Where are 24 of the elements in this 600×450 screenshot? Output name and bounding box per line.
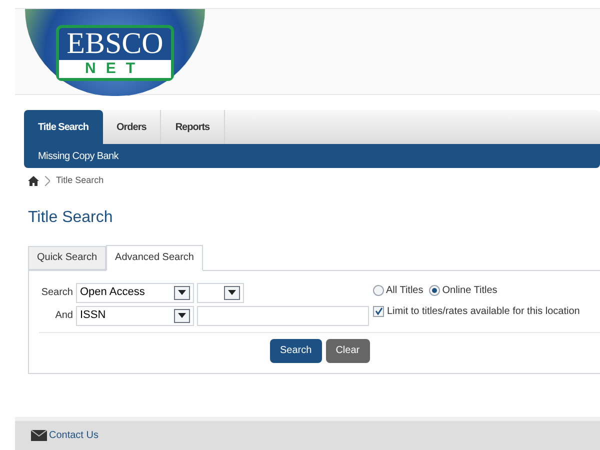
row-label: And [54,309,73,323]
operator-select[interactable] [197,282,244,302]
limit-checkbox[interactable]: Limit to titles/rates available for this location [373,304,580,318]
search-tab[interactable]: Quick Search [28,246,106,270]
row-label: Search [40,286,73,300]
field-select[interactable]: Open Access [76,282,194,302]
search-button[interactable]: Search [270,338,322,362]
page-title: Title Search [28,208,114,228]
clear-button[interactable]: Clear [326,338,370,362]
envelope-icon [31,430,47,441]
search-tab[interactable]: Advanced Search [106,244,203,270]
chevron-icon [45,176,50,186]
logo-subtext: NET [59,60,171,78]
input-field[interactable] [197,306,369,326]
home-icon[interactable] [28,176,39,186]
radio-option[interactable]: All Titles [373,282,424,298]
radio-option[interactable]: Online Titles [429,282,498,298]
nav-tab[interactable]: Title Search [24,110,103,144]
checkmark-icon [374,307,382,315]
field-select[interactable]: ISSN [76,306,194,326]
breadcrumb-item[interactable]: Title Search [56,174,104,188]
subnav-link[interactable]: Missing Copy Bank [38,148,118,164]
logo-text: EBSCO [66,28,164,60]
contact-link[interactable]: Contact Us [49,428,98,443]
